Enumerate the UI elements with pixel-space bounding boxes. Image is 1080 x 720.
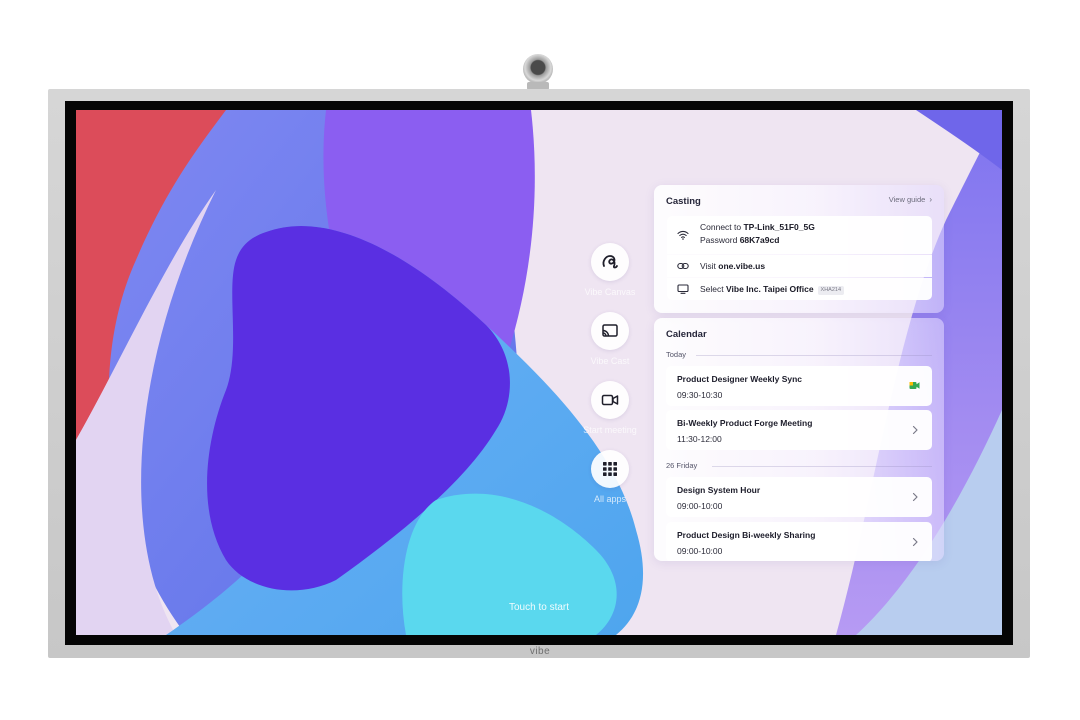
select-device-line: Select Vibe Inc. Taipei Office XHA214 xyxy=(700,284,845,295)
event-title: Bi-Weekly Product Forge Meeting xyxy=(677,418,813,428)
dock-label: All apps xyxy=(593,494,627,504)
wifi-network-name: TP-Link_51F0_5G xyxy=(743,222,815,232)
event-title: Product Designer Weekly Sync xyxy=(677,374,803,384)
casting-wifi-row: Connect to TP-Link_51F0_5G Password 68K7… xyxy=(667,216,932,254)
section-divider xyxy=(712,466,932,467)
connect-label: Connect to xyxy=(700,222,744,232)
calendar-section-today: Today xyxy=(666,350,687,359)
grid-apps-icon xyxy=(603,462,617,476)
room-device-name: Vibe Inc. Taipei Office xyxy=(726,284,814,294)
dock-label: Vibe Canvas xyxy=(584,287,636,297)
calendar-section-friday: 26 Friday xyxy=(666,461,698,470)
vibe-canvas-icon xyxy=(602,255,618,269)
dock-label: Vibe Cast xyxy=(590,356,630,366)
calendar-event[interactable]: Bi-Weekly Product Forge Meeting 11:30-12… xyxy=(666,410,932,450)
event-time: 11:30-12:00 xyxy=(677,434,722,444)
view-guide-label: View guide xyxy=(888,195,926,204)
visit-line: Visit one.vibe.us xyxy=(700,261,765,271)
chevron-right-icon[interactable] xyxy=(910,536,920,548)
webcam xyxy=(523,54,553,84)
vibe-canvas-button[interactable] xyxy=(591,243,629,281)
dock-item-vibe-canvas[interactable]: Vibe Canvas xyxy=(570,243,650,297)
home-screen[interactable]: Vibe Canvas Vibe Cast Start meeting All … xyxy=(76,110,1002,635)
dock-label: Start meeting xyxy=(583,425,637,435)
casting-panel: Casting View guide › Connect to TP-Link_5… xyxy=(654,185,944,313)
wifi-icon xyxy=(676,228,690,242)
view-guide-link[interactable]: View guide › xyxy=(889,195,932,204)
section-divider xyxy=(696,355,932,356)
wifi-password: 68K7a9cd xyxy=(739,235,780,245)
monitor-icon xyxy=(676,282,690,296)
event-time: 09:30-10:30 xyxy=(677,390,723,400)
event-time: 09:00-10:00 xyxy=(677,546,723,556)
start-meeting-button[interactable] xyxy=(591,381,629,419)
calendar-event[interactable]: Design System Hour 09:00-10:00 xyxy=(666,477,932,517)
chevron-right-icon[interactable] xyxy=(910,491,920,503)
all-apps-button[interactable] xyxy=(591,450,629,488)
calendar-event[interactable]: Product Designer Weekly Sync 09:30-10:30 xyxy=(666,366,932,406)
wifi-password-line: Password 68K7a9cd xyxy=(700,235,779,245)
event-time: 09:00-10:00 xyxy=(677,501,723,511)
calendar-event[interactable]: Product Design Bi-weekly Sharing 09:00-1… xyxy=(666,522,932,561)
vibe-cast-button[interactable] xyxy=(591,312,629,350)
visit-url[interactable]: one.vibe.us xyxy=(718,261,765,271)
wifi-network-line: Connect to TP-Link_51F0_5G xyxy=(700,222,815,232)
password-label: Password xyxy=(700,235,740,245)
touch-to-start-prompt[interactable]: Touch to start xyxy=(476,602,602,613)
video-camera-icon xyxy=(601,394,619,406)
casting-visit-row: Visit one.vibe.us xyxy=(667,255,932,277)
visit-label: Visit xyxy=(700,261,719,271)
casting-select-row: Select Vibe Inc. Taipei Office XHA214 xyxy=(667,278,932,300)
dock-item-vibe-cast[interactable]: Vibe Cast xyxy=(570,312,650,366)
google-meet-icon[interactable] xyxy=(909,381,920,390)
event-title: Product Design Bi-weekly Sharing xyxy=(677,530,816,540)
room-code-badge: XHA214 xyxy=(817,286,845,295)
link-icon xyxy=(676,259,690,273)
calendar-panel: Calendar Today Product Designer Weekly S… xyxy=(654,318,944,561)
casting-title: Casting xyxy=(666,196,701,207)
brand-logo: vibe xyxy=(529,646,551,657)
calendar-title: Calendar xyxy=(666,329,707,340)
dock-item-start-meeting[interactable]: Start meeting xyxy=(570,381,650,435)
event-title: Design System Hour xyxy=(677,485,761,495)
select-label: Select xyxy=(700,284,726,294)
cast-icon xyxy=(602,324,618,337)
dock-item-all-apps[interactable]: All apps xyxy=(570,450,650,504)
chevron-right-icon: › xyxy=(929,195,932,204)
chevron-right-icon[interactable] xyxy=(910,424,920,436)
